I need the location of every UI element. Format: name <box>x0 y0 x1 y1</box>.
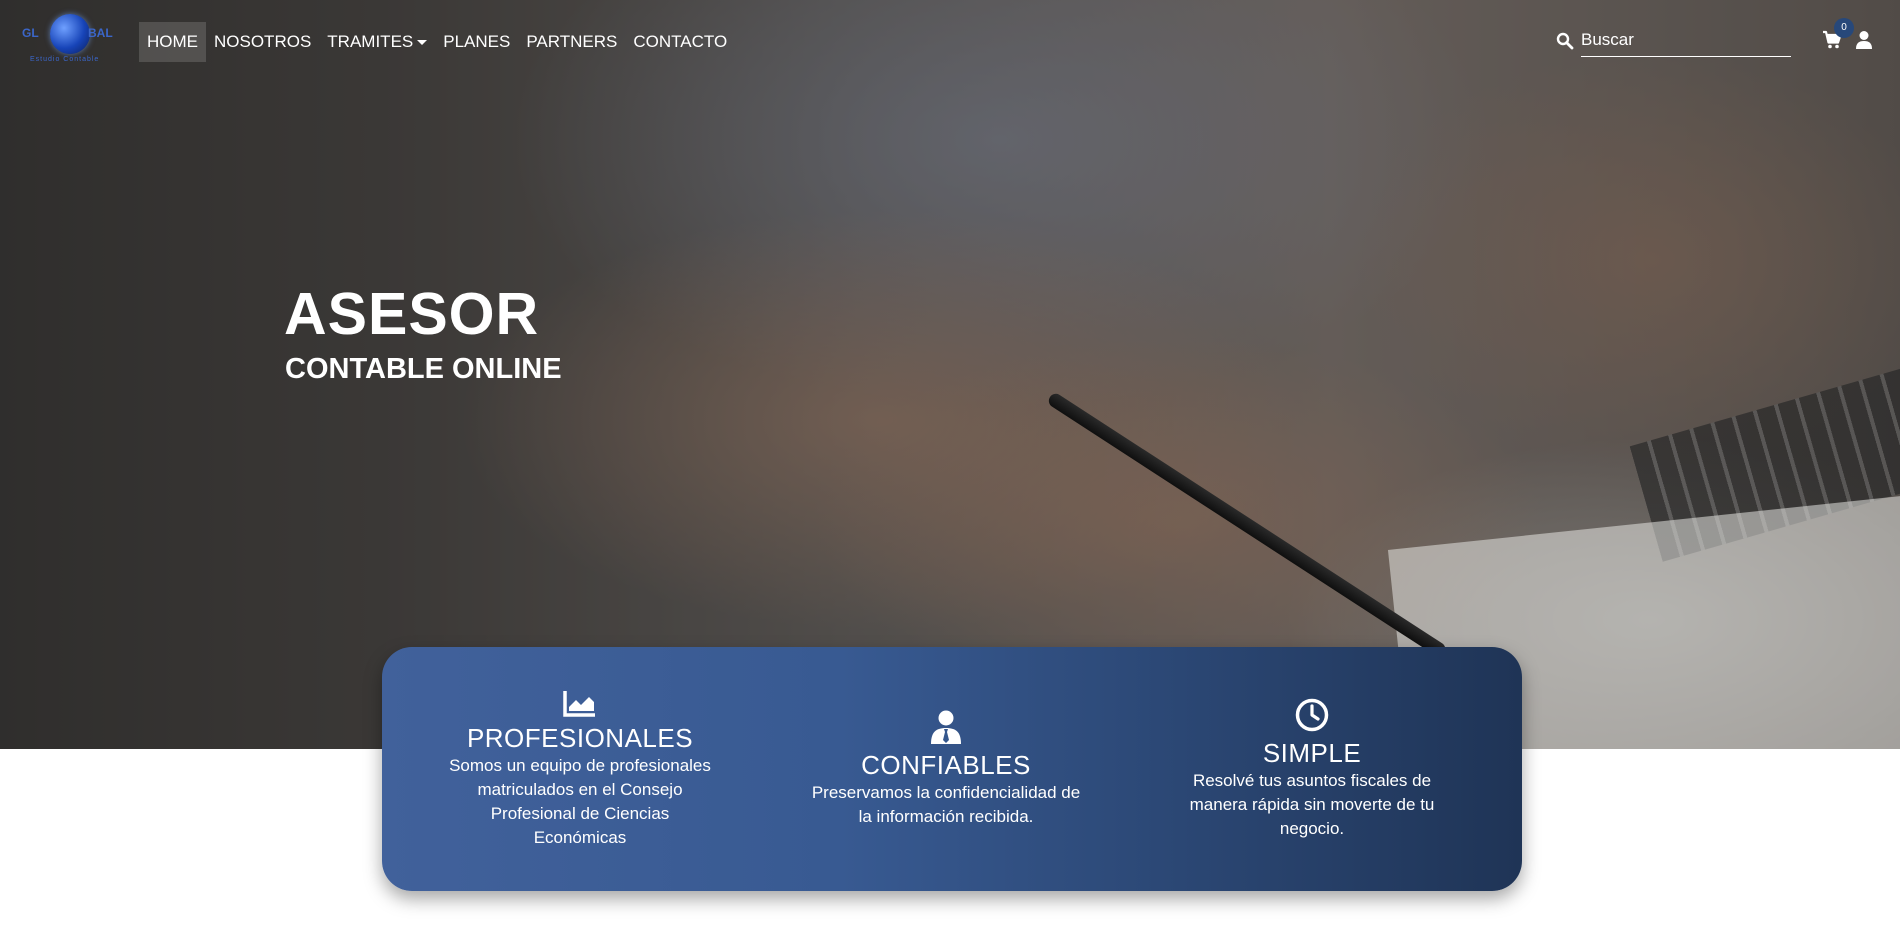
nav-item-tramites-label: TRAMITES <box>327 32 414 51</box>
user-icon[interactable] <box>1855 30 1873 50</box>
search-box <box>1556 24 1791 58</box>
clock-icon <box>1295 698 1329 732</box>
logo-text-left: GL <box>22 26 39 40</box>
hero-title: ASESOR <box>284 281 540 347</box>
cart-count-badge: 0 <box>1834 18 1854 38</box>
nav-item-home[interactable]: HOME <box>139 22 206 62</box>
feature-title: PROFESIONALES <box>466 723 694 753</box>
feature-profesionales: PROFESIONALES Somos un equipo de profesi… <box>430 689 730 850</box>
logo-tagline: Estudio Contable <box>30 56 100 63</box>
caret-down-icon <box>417 40 428 46</box>
hero-subtitle: CONTABLE ONLINE <box>285 353 562 385</box>
user-tie-icon <box>931 710 961 744</box>
hero-pen-image <box>1046 391 1448 659</box>
feature-title: CONFIABLES <box>861 750 1031 780</box>
features-card: PROFESIONALES Somos un equipo de profesi… <box>382 647 1522 891</box>
nav-item-partners[interactable]: PARTNERS <box>518 22 625 62</box>
search-icon[interactable] <box>1556 32 1574 50</box>
navbar: GL BAL Estudio Contable HOME NOSOTROS TR… <box>0 0 1900 82</box>
logo[interactable]: GL BAL Estudio Contable <box>18 12 120 68</box>
feature-text: Somos un equipo de profesionales matricu… <box>449 756 711 847</box>
logo-text-right: BAL <box>88 26 113 40</box>
nav-item-contacto[interactable]: CONTACTO <box>625 22 735 62</box>
feature-confiables: CONFIABLES Preservamos la confidencialid… <box>796 710 1096 829</box>
search-input[interactable] <box>1581 24 1791 57</box>
globe-logo-icon <box>50 14 90 54</box>
feature-simple: SIMPLE Resolvé tus asuntos fiscales de m… <box>1162 698 1462 841</box>
nav-item-nosotros[interactable]: NOSOTROS <box>206 22 319 62</box>
nav-item-tramites[interactable]: TRAMITES <box>319 22 435 62</box>
chart-area-icon <box>563 691 595 717</box>
nav-menu: HOME NOSOTROS TRAMITES PLANES PARTNERS C… <box>139 22 735 62</box>
feature-text: Preservamos la confidencialidad de la in… <box>811 783 1081 826</box>
nav-item-planes[interactable]: PLANES <box>435 22 518 62</box>
feature-title: SIMPLE <box>1262 738 1362 768</box>
feature-text: Resolvé tus asuntos fiscales de manera r… <box>1189 771 1435 838</box>
